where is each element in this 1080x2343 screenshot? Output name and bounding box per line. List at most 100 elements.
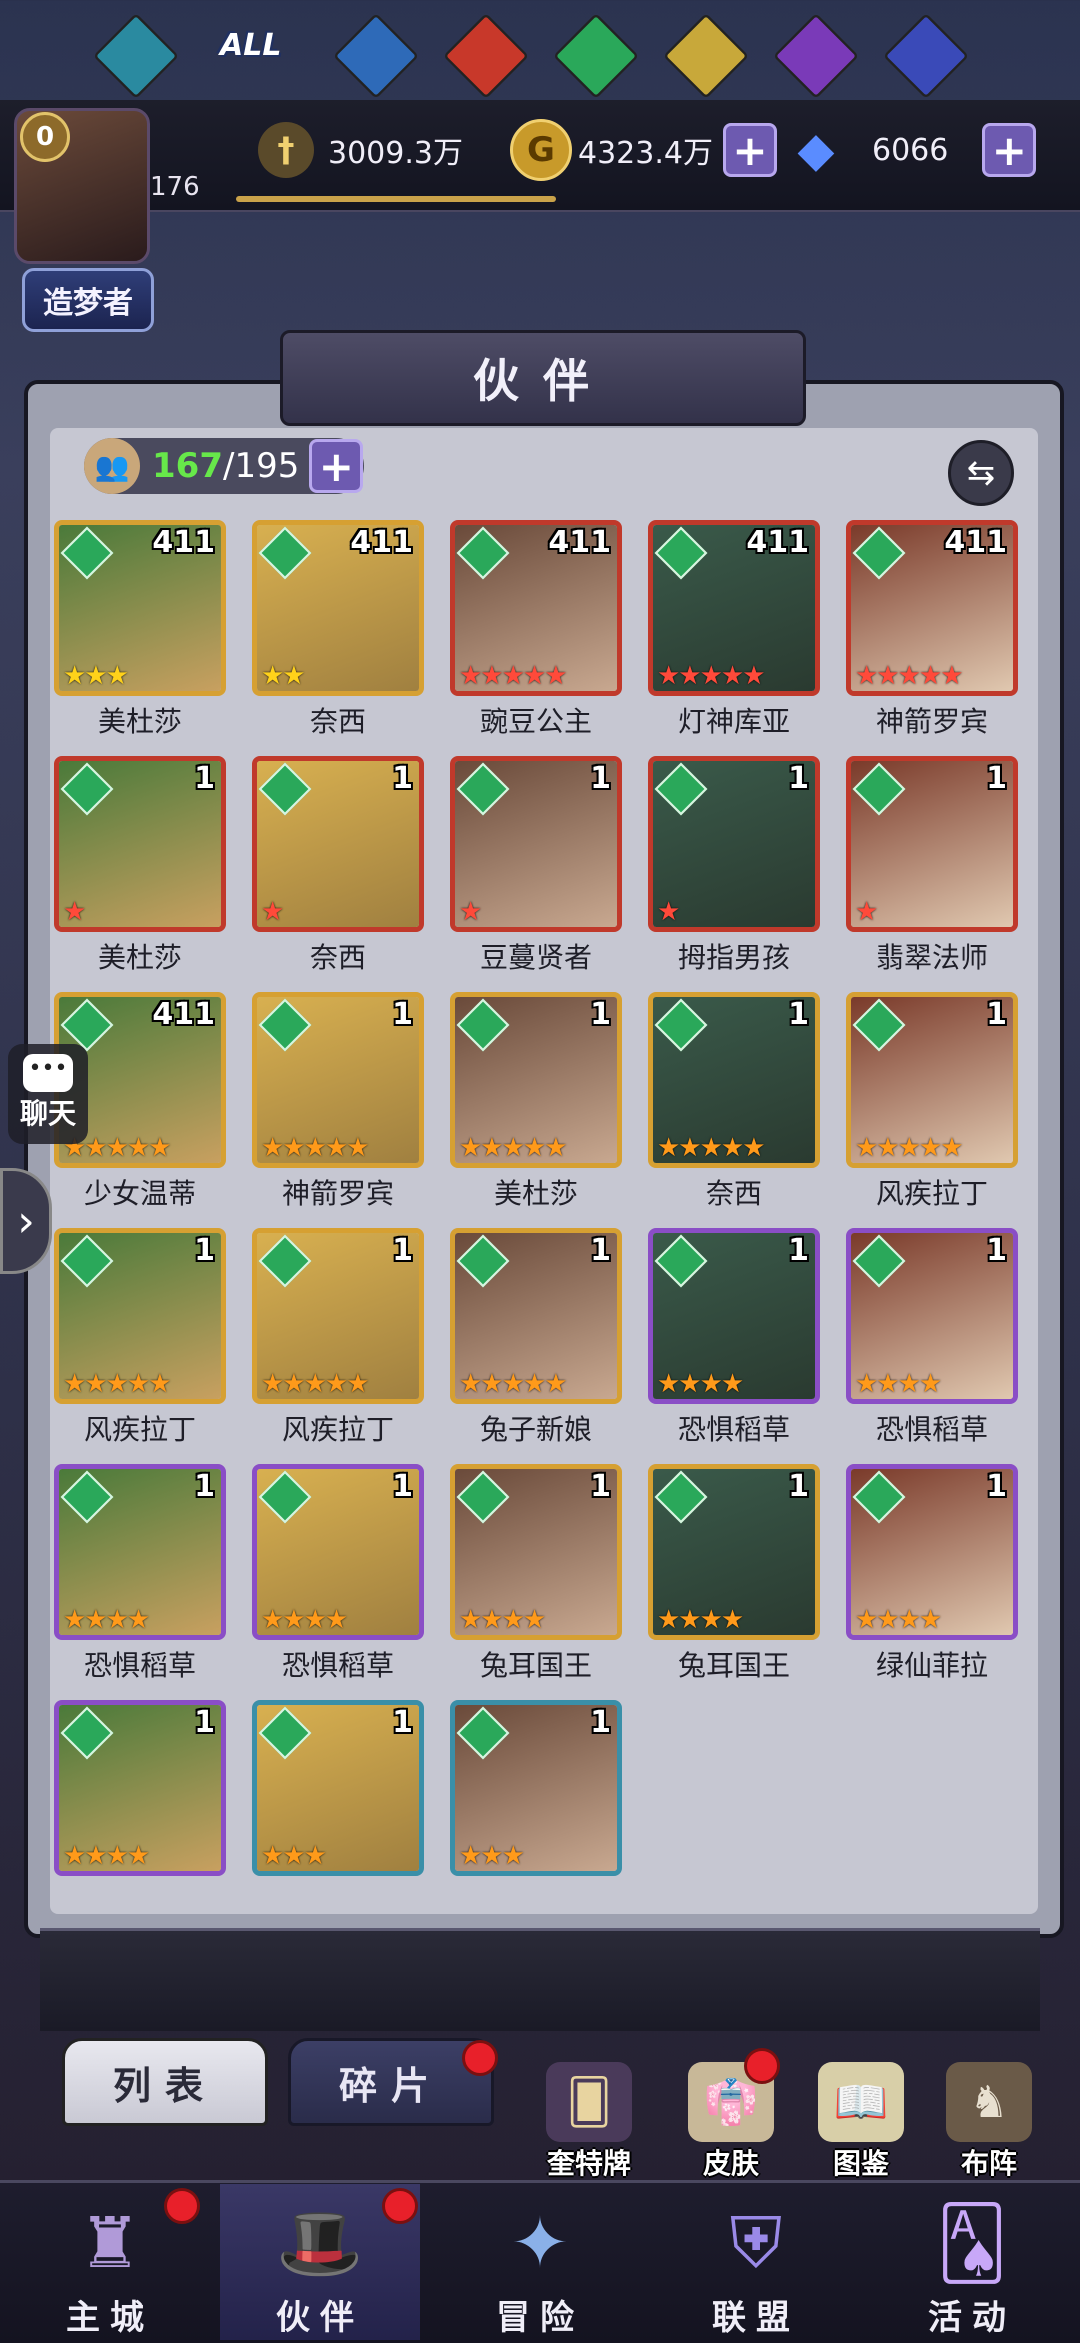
hero-name: 少女温蒂: [83, 1177, 196, 1210]
hero-card[interactable]: 1 ★★★★: [252, 1464, 424, 1640]
nav-adventure[interactable]: ✦ 冒险: [440, 2184, 640, 2340]
hero-card[interactable]: 1 ★: [252, 756, 424, 932]
filter-dark-icon[interactable]: [773, 13, 859, 99]
hero-card[interactable]: 1 ★: [450, 756, 622, 932]
hero-card[interactable]: 1 ★★★★★: [450, 992, 622, 1168]
filter-nature-icon[interactable]: [553, 13, 639, 99]
tarot-shortcut[interactable]: 🂠 奎特牌: [534, 2062, 644, 2182]
nav-alliance[interactable]: ⛨ 联盟: [656, 2184, 856, 2340]
power-resource: † 3009.3万: [258, 120, 463, 180]
add-diamond-button[interactable]: +: [982, 123, 1037, 177]
hero-level: 411: [746, 525, 809, 560]
hero-card[interactable]: 1 ★★★★★: [252, 992, 424, 1168]
hero-name: 美杜莎: [97, 941, 182, 974]
hero-level: 1: [392, 761, 413, 796]
hero-card[interactable]: 1 ★★★★★: [846, 992, 1018, 1168]
expand-capacity-button[interactable]: +: [309, 439, 364, 493]
hero-name: 风疾拉丁: [281, 1413, 394, 1446]
compass-icon: ✦: [510, 2202, 570, 2284]
hero-level: 411: [944, 525, 1007, 560]
hero-name: 美杜莎: [97, 705, 182, 738]
gold-resource: G 4323.4万 +: [510, 119, 777, 181]
hero-card[interactable]: 411 ★★★: [54, 520, 226, 696]
gold-coin-icon: G: [510, 119, 572, 181]
add-gold-button[interactable]: +: [722, 123, 777, 177]
hero-stars: ★★★★: [657, 1605, 744, 1635]
hero-level: 1: [788, 761, 809, 796]
hero-card[interactable]: 1 ★: [846, 756, 1018, 932]
vip-level-badge: 0: [20, 112, 70, 162]
sword-icon: †: [258, 122, 314, 178]
page-title-banner: 伙伴: [280, 330, 806, 426]
hero-card[interactable]: 1 ★★★★: [450, 1464, 622, 1640]
nav-events[interactable]: 🂡 活动: [872, 2184, 1072, 2340]
filter-all-button[interactable]: ALL: [220, 28, 281, 63]
hero-card[interactable]: 411 ★★: [252, 520, 424, 696]
hero-level: 1: [590, 1233, 611, 1268]
hero-name: 恐惧稻草: [281, 1649, 394, 1682]
hero-card[interactable]: 1 ★: [648, 756, 820, 932]
hero-card[interactable]: 1 ★: [54, 756, 226, 932]
formation-shortcut[interactable]: ♞ 布阵: [934, 2062, 1044, 2182]
hero-stars: ★★★: [261, 1841, 327, 1871]
shield-icon: ⛨: [729, 2201, 783, 2284]
hero-level: 411: [350, 525, 413, 560]
hero-card[interactable]: 1 ★★★★★: [252, 1228, 424, 1404]
hero-card[interactable]: 1 ★★★★: [54, 1464, 226, 1640]
cards-icon: 🂡: [936, 2202, 1008, 2284]
skins-label: 皮肤: [702, 2147, 759, 2180]
hero-level: 1: [590, 761, 611, 796]
hero-level: 1: [392, 1705, 413, 1740]
partner-capacity: 👥 167 / 195 +: [84, 438, 364, 494]
hero-card[interactable]: 411 ★★★★★: [648, 520, 820, 696]
hero-name: 灯神库亚: [677, 705, 790, 738]
filter-water-icon[interactable]: [333, 13, 419, 99]
hero-card[interactable]: 1 ★★★: [252, 1700, 424, 1876]
hero-level: 1: [986, 761, 1007, 796]
hero-card[interactable]: 1 ★★★★: [846, 1228, 1018, 1404]
hero-stars: ★: [261, 897, 284, 927]
hero-stars: ★★★★★: [855, 1133, 964, 1163]
nav-partners-label: 伙伴: [276, 2298, 364, 2338]
hero-card[interactable]: 1 ★★★★★: [450, 1228, 622, 1404]
hero-card[interactable]: 1 ★★★★: [648, 1464, 820, 1640]
hero-stars: ★★: [261, 661, 306, 691]
hero-name: 奈西: [309, 705, 366, 738]
diamond-value: 6066: [872, 132, 949, 168]
formation-label: 布阵: [960, 2147, 1017, 2180]
tarot-label: 奎特牌: [546, 2147, 631, 2180]
filter-fire-icon[interactable]: [443, 13, 529, 99]
player-title-badge[interactable]: 造梦者: [22, 268, 154, 332]
tarot-cards-icon: 🂠: [546, 2062, 632, 2142]
filter-light-icon[interactable]: [663, 13, 749, 99]
hero-card[interactable]: 1 ★★★: [450, 1700, 622, 1876]
hero-stars: ★: [855, 897, 878, 927]
filter-cosmic-icon[interactable]: [883, 13, 969, 99]
tab-list[interactable]: 列表: [62, 2038, 268, 2126]
hero-stars: ★★★★★: [261, 1133, 370, 1163]
hero-card[interactable]: 411 ★★★★★: [846, 520, 1018, 696]
hero-level: 1: [194, 1705, 215, 1740]
hero-name: 豌豆公主: [479, 705, 592, 738]
chat-button[interactable]: ••• 聊天: [8, 1044, 88, 1144]
hero-level: 1: [788, 997, 809, 1032]
hero-level: 411: [152, 997, 215, 1032]
hero-card[interactable]: 1 ★★★★★: [54, 1228, 226, 1404]
hero-name: 奈西: [309, 941, 366, 974]
hero-card[interactable]: 1 ★★★★: [648, 1228, 820, 1404]
hero-card[interactable]: 411 ★★★★★: [450, 520, 622, 696]
hero-level: 1: [986, 1233, 1007, 1268]
hero-card[interactable]: 1 ★★★★: [846, 1464, 1018, 1640]
hero-level: 1: [392, 1233, 413, 1268]
hero-level: 1: [590, 997, 611, 1032]
hero-card[interactable]: 1 ★★★★★: [648, 992, 820, 1168]
filter-chevron-icon[interactable]: [93, 13, 179, 99]
nav-alliance-label: 联盟: [712, 2298, 800, 2338]
codex-shortcut[interactable]: 📖 图鉴: [806, 2062, 916, 2182]
hero-stars: ★★★★: [63, 1605, 150, 1635]
hero-stars: ★★★★★: [657, 661, 766, 691]
sort-toggle-button[interactable]: ⇆: [948, 440, 1014, 506]
hero-name: 奈西: [705, 1177, 762, 1210]
hero-card[interactable]: 1 ★★★★: [54, 1700, 226, 1876]
chat-bubble-icon: •••: [23, 1054, 73, 1092]
